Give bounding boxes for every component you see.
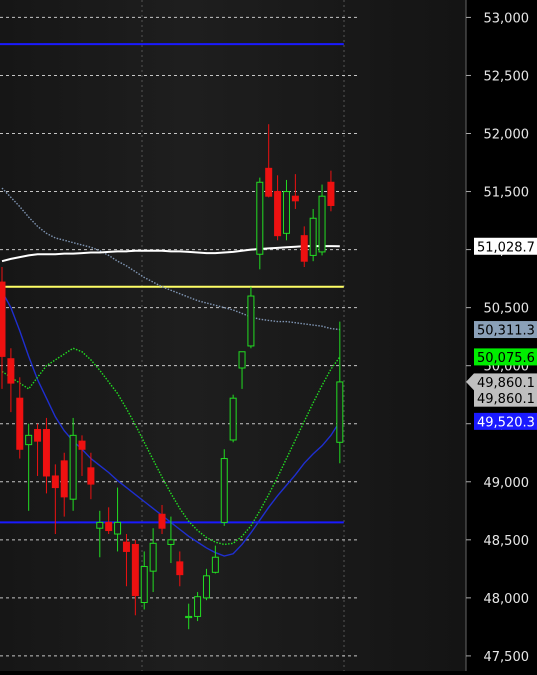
price-label: 50,311.3 <box>474 321 537 339</box>
candle-body <box>7 358 15 384</box>
candle-body <box>140 566 148 604</box>
y-tick-label: 48,500 <box>484 534 530 549</box>
candle-body <box>220 458 228 523</box>
candle-body <box>149 542 157 572</box>
candle-body <box>69 434 77 500</box>
candle-body <box>78 440 86 450</box>
candle <box>220 449 228 526</box>
candle-body <box>16 397 24 450</box>
candle <box>247 286 255 349</box>
y-tick-label: 49,000 <box>484 476 530 491</box>
candle-body <box>60 460 68 498</box>
y-tick-label: 48,000 <box>484 592 530 607</box>
candle-body <box>309 217 317 256</box>
y-tick-label: 52,500 <box>484 69 530 84</box>
y-tick-label: 53,000 <box>484 11 530 26</box>
candle-body <box>158 513 166 529</box>
candle-body <box>0 281 6 357</box>
price-label: 51,028.7 <box>474 237 537 255</box>
y-tick-label: 52,000 <box>484 128 530 143</box>
candle-body <box>327 181 335 206</box>
price-label: 50,075.6 <box>474 348 537 366</box>
plot-background <box>0 0 466 671</box>
candle-body <box>265 167 273 197</box>
candle-body <box>202 575 210 599</box>
price-label: 49,860.1 <box>466 373 537 391</box>
candlestick-chart: 53,00052,50052,00051,50051,00050,50050,0… <box>0 0 537 671</box>
price-label-text: 49,860.1 <box>477 392 535 407</box>
chart-svg: 53,00052,50052,00051,50051,00050,50050,0… <box>0 0 537 671</box>
price-label: 49,860.1 <box>474 389 537 407</box>
candle-body <box>274 191 282 237</box>
candle-body <box>247 295 255 347</box>
candle <box>229 394 237 443</box>
candle-body <box>256 181 264 255</box>
candle-body <box>105 521 113 532</box>
price-label-text: 49,520.3 <box>477 415 535 430</box>
candle-body <box>185 615 193 619</box>
candle-body <box>114 521 122 535</box>
candle-body <box>87 467 95 485</box>
candle-body <box>282 191 290 234</box>
candle-body <box>167 539 175 545</box>
candle-body <box>25 434 33 446</box>
price-label: 49,520.3 <box>474 412 537 430</box>
candle-body <box>229 397 237 441</box>
candle-body <box>291 195 299 202</box>
candle-body <box>211 556 219 573</box>
price-label-text: 50,075.6 <box>477 351 535 366</box>
y-tick-label: 50,500 <box>484 302 530 317</box>
y-tick-label: 51,500 <box>484 186 530 201</box>
candle-body <box>131 543 139 597</box>
candle-body <box>336 381 344 443</box>
y-tick-label: 47,500 <box>484 650 530 665</box>
price-label-text: 50,311.3 <box>477 324 535 339</box>
candle-body <box>42 429 50 477</box>
price-label-text: 51,028.7 <box>477 240 535 255</box>
candle-body <box>238 351 246 369</box>
candle-body <box>176 561 184 576</box>
candle-body <box>194 596 202 617</box>
candle-body <box>318 195 326 253</box>
candle-body <box>96 521 104 529</box>
candle-body <box>300 235 308 262</box>
candle-body <box>34 429 42 442</box>
candle-body <box>51 475 59 489</box>
price-label-text: 49,860.1 <box>477 376 535 391</box>
candle-body <box>122 541 130 552</box>
candle <box>194 592 202 622</box>
